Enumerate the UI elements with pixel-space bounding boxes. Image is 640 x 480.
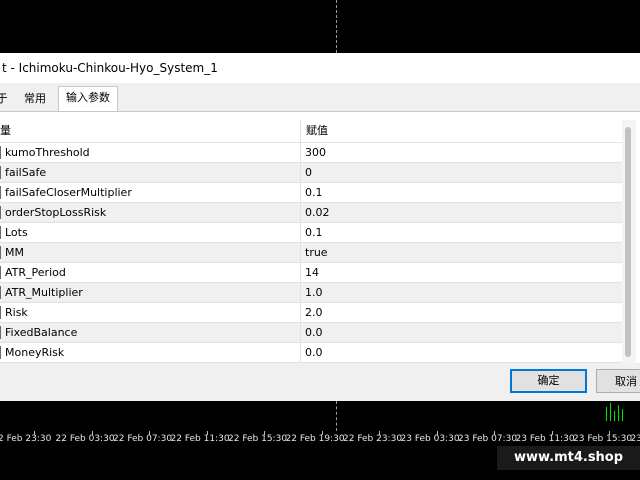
- parameter-value[interactable]: 0.02: [305, 203, 330, 222]
- header-value[interactable]: 赋值: [306, 120, 328, 142]
- candle: [614, 411, 615, 421]
- parameter-row[interactable]: FixedBalance 0.0: [0, 323, 622, 343]
- vertical-scrollbar[interactable]: [622, 120, 636, 364]
- time-axis-label: 22 Feb 03:30: [55, 434, 115, 444]
- time-axis-label: 22 Feb 07:30: [113, 434, 173, 444]
- header-variable[interactable]: 量: [0, 120, 301, 142]
- row-type-marker: [0, 326, 1, 339]
- parameter-row[interactable]: kumoThreshold 300: [0, 143, 622, 163]
- row-type-marker: [0, 246, 1, 259]
- parameter-value[interactable]: 2.0: [305, 303, 323, 322]
- chart-area-top[interactable]: [0, 0, 640, 53]
- row-type-marker: [0, 226, 1, 239]
- time-axis-label: 23 Feb 15:30: [573, 434, 633, 444]
- parameter-row[interactable]: failSafe 0: [0, 163, 622, 183]
- inputs-panel: 量 赋值 kumoThreshold 300 failSafe 0 failSafeCl…: [0, 111, 640, 364]
- parameter-value[interactable]: 0.1: [305, 223, 323, 242]
- parameter-row[interactable]: ATR_Multiplier 1.0: [0, 283, 622, 303]
- time-axis-label: 2 Feb 23:30: [0, 434, 52, 444]
- parameter-value[interactable]: 1.0: [305, 283, 323, 302]
- parameter-row[interactable]: orderStopLossRisk 0.02: [0, 203, 622, 223]
- row-type-marker: [0, 166, 1, 179]
- candle: [606, 407, 607, 421]
- tab-inputs[interactable]: 输入参数: [58, 86, 118, 111]
- row-type-marker: [0, 266, 1, 279]
- time-axis-label: 23 Feb 1: [630, 434, 640, 444]
- tab-common[interactable]: 常用: [15, 88, 55, 110]
- parameter-value[interactable]: 0: [305, 163, 312, 182]
- parameter-name: failSafeCloserMultiplier: [5, 183, 301, 202]
- time-axis-label: 22 Feb 11:30: [170, 434, 230, 444]
- row-type-marker: [0, 186, 1, 199]
- row-type-marker: [0, 146, 1, 159]
- candle: [622, 409, 623, 421]
- time-axis: 2 Feb 23:30 22 Feb 03:30 22 Feb 07:30 22 Fe…: [0, 431, 640, 447]
- row-type-marker: [0, 286, 1, 299]
- time-axis-label: 22 Feb 23:30: [343, 434, 403, 444]
- parameter-name: kumoThreshold: [5, 143, 301, 162]
- time-axis-label: 22 Feb 19:30: [285, 434, 345, 444]
- parameter-name: MM: [5, 243, 301, 262]
- ok-button[interactable]: 确定: [510, 369, 587, 393]
- parameter-name: orderStopLossRisk: [5, 203, 301, 222]
- parameter-name: ATR_Multiplier: [5, 283, 301, 302]
- row-type-marker: [0, 346, 1, 359]
- row-type-marker: [0, 206, 1, 219]
- time-axis-label: 23 Feb 11:30: [515, 434, 575, 444]
- cancel-button[interactable]: 取消: [596, 369, 640, 393]
- crosshair-line: [336, 401, 337, 431]
- dialog-footer: 确定 取消: [0, 363, 640, 401]
- parameter-value[interactable]: true: [305, 243, 328, 262]
- grid-header: 量 赋值: [0, 120, 622, 143]
- parameter-row[interactable]: Lots 0.1: [0, 223, 622, 243]
- parameter-row[interactable]: MoneyRisk 0.0: [0, 343, 622, 363]
- crosshair-line: [336, 0, 337, 53]
- candle: [618, 405, 619, 421]
- parameter-value[interactable]: 14: [305, 263, 319, 282]
- tab-common-partial[interactable]: 于: [0, 88, 10, 110]
- parameter-name: Risk: [5, 303, 301, 322]
- time-axis-label: 23 Feb 03:30: [400, 434, 460, 444]
- tab-bar: 于 常用 输入参数: [0, 86, 640, 111]
- price-candles: [598, 401, 640, 421]
- parameter-value[interactable]: 0.0: [305, 343, 323, 362]
- parameter-row[interactable]: MM true: [0, 243, 622, 263]
- parameter-row[interactable]: Risk 2.0: [0, 303, 622, 323]
- row-type-marker: [0, 306, 1, 319]
- parameter-name: Lots: [5, 223, 301, 242]
- parameter-list: kumoThreshold 300 failSafe 0 failSafeCloserM…: [0, 143, 622, 364]
- parameter-row[interactable]: failSafeCloserMultiplier 0.1: [0, 183, 622, 203]
- parameter-value[interactable]: 0.1: [305, 183, 323, 202]
- watermark: www.mt4.shop: [497, 446, 640, 470]
- parameter-name: FixedBalance: [5, 323, 301, 342]
- time-axis-label: 23 Feb 07:30: [458, 434, 518, 444]
- dialog-title: t - Ichimoku-Chinkou-Hyo_System_1: [2, 61, 218, 75]
- candle: [610, 403, 611, 421]
- time-axis-label: 22 Feb 15:30: [228, 434, 288, 444]
- parameter-value[interactable]: 0.0: [305, 323, 323, 342]
- scrollbar-thumb[interactable]: [625, 127, 631, 357]
- expert-properties-dialog: t - Ichimoku-Chinkou-Hyo_System_1 于 常用 输…: [0, 53, 640, 401]
- parameter-name: MoneyRisk: [5, 343, 301, 362]
- dialog-title-bar[interactable]: t - Ichimoku-Chinkou-Hyo_System_1: [0, 53, 640, 83]
- parameter-name: failSafe: [5, 163, 301, 182]
- parameter-row[interactable]: ATR_Period 14: [0, 263, 622, 283]
- parameter-name: ATR_Period: [5, 263, 301, 282]
- parameter-value[interactable]: 300: [305, 143, 326, 162]
